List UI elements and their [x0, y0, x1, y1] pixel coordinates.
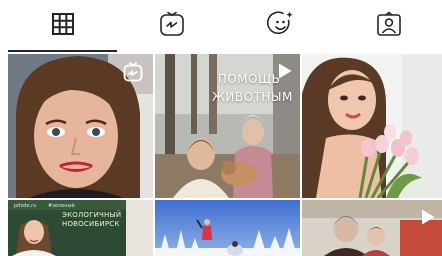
play-icon	[277, 62, 293, 85]
tab-effects[interactable]	[226, 0, 335, 52]
tab-tagged[interactable]	[335, 0, 442, 52]
effects-icon	[266, 10, 295, 43]
post-thumbnail-4[interactable]: pdvde.ru #зеленый ЭКОЛОГИЧНЫЙ НОВОСИБИРС…	[8, 200, 153, 256]
tab-posts[interactable]	[8, 0, 117, 52]
sign-headline-text: ЭКОЛОГИЧНЫЙ НОВОСИБИРСК	[62, 211, 122, 228]
post-thumbnail-1[interactable]	[8, 54, 153, 198]
grid-icon	[51, 12, 75, 41]
post-caption-overlay: ПОМОЩЬ ЖИВОТНЫМ	[212, 72, 293, 104]
sign-hashtag-text: #зеленый	[48, 203, 75, 209]
igtv-badge-icon	[123, 62, 143, 87]
sign-website-text: pdvde.ru	[14, 203, 37, 209]
winter-forest-photo	[155, 200, 300, 256]
profile-tab-bar	[0, 0, 442, 52]
tagged-user-icon	[376, 11, 402, 42]
posts-grid: ПОМОЩЬ ЖИВОТНЫМ pdvde.ru #зеленый ЭКОЛОГ…	[0, 52, 442, 256]
tulips-photo	[302, 54, 442, 198]
post-thumbnail-6[interactable]	[302, 200, 442, 256]
post-thumbnail-2[interactable]: ПОМОЩЬ ЖИВОТНЫМ	[155, 54, 300, 198]
tab-igtv[interactable]	[117, 0, 226, 52]
post-thumbnail-3[interactable]	[302, 54, 442, 198]
play-icon	[420, 208, 436, 231]
igtv-icon	[159, 11, 185, 42]
post-thumbnail-5[interactable]	[155, 200, 300, 256]
